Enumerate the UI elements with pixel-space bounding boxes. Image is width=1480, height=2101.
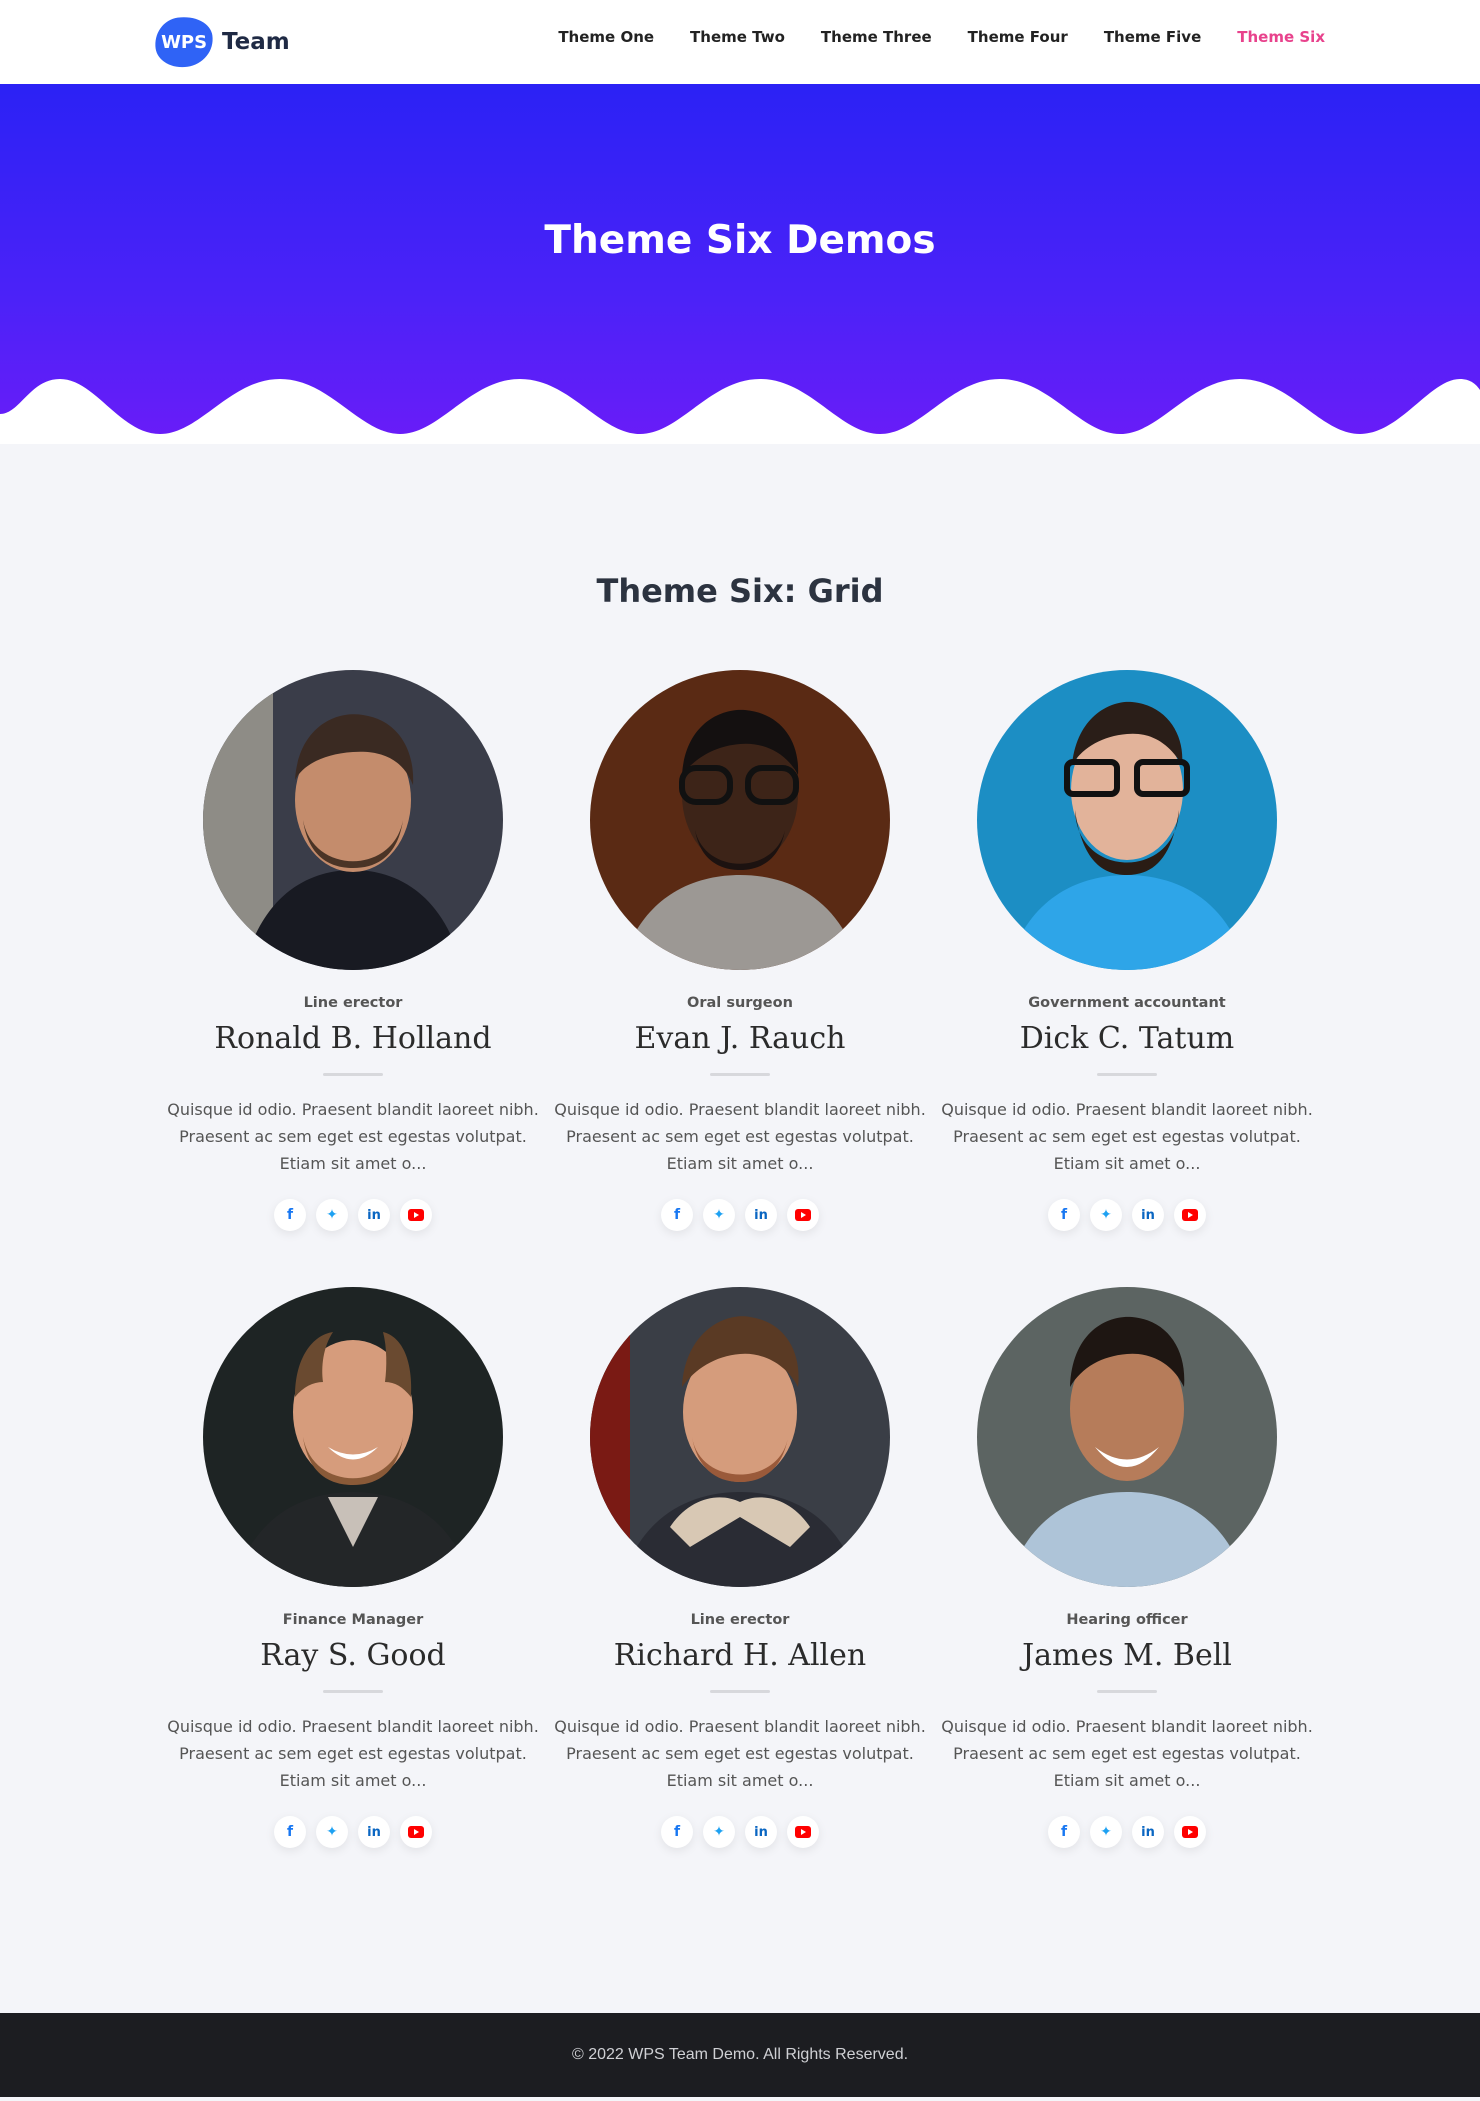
member-photo[interactable]: [977, 1287, 1277, 1587]
member-name: Ray S. Good: [260, 1638, 446, 1673]
social-links: f ✦ in: [160, 1199, 546, 1231]
member-bio: Quisque id odio. Praesent blandit laoree…: [941, 1717, 1313, 1790]
youtube-icon[interactable]: [787, 1816, 819, 1848]
youtube-icon[interactable]: [1174, 1199, 1206, 1231]
member-bio: Quisque id odio. Praesent blandit laoree…: [554, 1717, 926, 1790]
member-photo[interactable]: [977, 670, 1277, 970]
member-role: Line erector: [690, 1612, 790, 1628]
divider: [1097, 1690, 1157, 1693]
team-card: Government accountant Dick C. Tatum Quis…: [934, 670, 1320, 1231]
facebook-icon[interactable]: f: [661, 1199, 693, 1231]
youtube-icon[interactable]: [400, 1816, 432, 1848]
social-links: f ✦ in: [160, 1816, 546, 1848]
twitter-icon[interactable]: ✦: [316, 1199, 348, 1231]
nav-theme-three[interactable]: Theme Three: [821, 28, 932, 46]
linkedin-icon[interactable]: in: [745, 1199, 777, 1231]
member-bio: Quisque id odio. Praesent blandit laoree…: [941, 1100, 1313, 1173]
twitter-icon[interactable]: ✦: [1090, 1816, 1122, 1848]
hero-title: Theme Six Demos: [544, 218, 936, 263]
member-name: Dick C. Tatum: [1019, 1021, 1235, 1056]
member-role: Finance Manager: [282, 1612, 424, 1628]
member-bio: Quisque id odio. Praesent blandit laoree…: [167, 1717, 539, 1790]
member-role: Government accountant: [1028, 995, 1226, 1011]
twitter-icon[interactable]: ✦: [1090, 1199, 1122, 1231]
logo-text: Team: [222, 29, 290, 55]
divider: [710, 1073, 770, 1076]
youtube-icon[interactable]: [1174, 1816, 1206, 1848]
linkedin-icon[interactable]: in: [1132, 1816, 1164, 1848]
linkedin-icon[interactable]: in: [745, 1816, 777, 1848]
nav-theme-two[interactable]: Theme Two: [690, 28, 785, 46]
divider: [710, 1690, 770, 1693]
hero-wave-divider: [0, 379, 1480, 444]
main-nav: Theme One Theme Two Theme Three Theme Fo…: [558, 28, 1325, 46]
member-bio: Quisque id odio. Praesent blandit laoree…: [167, 1100, 539, 1173]
logo-badge-text: WPS: [160, 31, 208, 53]
copyright-text: © 2022 WPS Team Demo. All Rights Reserve…: [571, 2046, 909, 2063]
site-footer: © 2022 WPS Team Demo. All Rights Reserve…: [0, 2013, 1480, 2097]
member-role: Line erector: [303, 995, 403, 1011]
linkedin-icon[interactable]: in: [358, 1199, 390, 1231]
divider: [1097, 1073, 1157, 1076]
twitter-icon[interactable]: ✦: [703, 1816, 735, 1848]
divider: [323, 1073, 383, 1076]
nav-theme-four[interactable]: Theme Four: [968, 28, 1068, 46]
member-role: Hearing officer: [1066, 1612, 1188, 1628]
nav-theme-six[interactable]: Theme Six: [1237, 28, 1325, 46]
logo[interactable]: WPS Team: [151, 13, 290, 71]
team-card: Oral surgeon Evan J. Rauch Quisque id od…: [547, 670, 933, 1231]
facebook-icon[interactable]: f: [1048, 1199, 1080, 1231]
member-name: Ronald B. Holland: [214, 1021, 492, 1056]
nav-theme-one[interactable]: Theme One: [558, 28, 654, 46]
social-links: f ✦ in: [934, 1816, 1320, 1848]
member-name: Evan J. Rauch: [634, 1021, 846, 1056]
team-card: Line erector Ronald B. Holland Quisque i…: [160, 670, 546, 1231]
linkedin-icon[interactable]: in: [1132, 1199, 1164, 1231]
facebook-icon[interactable]: f: [661, 1816, 693, 1848]
logo-badge: WPS: [151, 13, 217, 71]
team-card: Finance Manager Ray S. Good Quisque id o…: [160, 1287, 546, 1848]
member-photo[interactable]: [590, 1287, 890, 1587]
facebook-icon[interactable]: f: [274, 1816, 306, 1848]
team-card: Hearing officer James M. Bell Quisque id…: [934, 1287, 1320, 1848]
member-bio: Quisque id odio. Praesent blandit laoree…: [554, 1100, 926, 1173]
social-links: f ✦ in: [547, 1816, 933, 1848]
team-card: Line erector Richard H. Allen Quisque id…: [547, 1287, 933, 1848]
social-links: f ✦ in: [547, 1199, 933, 1231]
twitter-icon[interactable]: ✦: [703, 1199, 735, 1231]
facebook-icon[interactable]: f: [1048, 1816, 1080, 1848]
hero-banner: Theme Six Demos: [0, 84, 1480, 444]
member-photo[interactable]: [203, 1287, 503, 1587]
twitter-icon[interactable]: ✦: [316, 1816, 348, 1848]
nav-theme-five[interactable]: Theme Five: [1104, 28, 1201, 46]
divider: [323, 1690, 383, 1693]
member-name: James M. Bell: [1022, 1638, 1232, 1673]
social-links: f ✦ in: [934, 1199, 1320, 1231]
youtube-icon[interactable]: [400, 1199, 432, 1231]
facebook-icon[interactable]: f: [274, 1199, 306, 1231]
linkedin-icon[interactable]: in: [358, 1816, 390, 1848]
site-header: WPS Team Theme One Theme Two Theme Three…: [0, 0, 1480, 84]
member-photo[interactable]: [590, 670, 890, 970]
member-name: Richard H. Allen: [613, 1638, 867, 1673]
section-title: Theme Six: Grid: [596, 572, 884, 610]
member-role: Oral surgeon: [687, 995, 793, 1011]
youtube-icon[interactable]: [787, 1199, 819, 1231]
member-photo[interactable]: [203, 670, 503, 970]
